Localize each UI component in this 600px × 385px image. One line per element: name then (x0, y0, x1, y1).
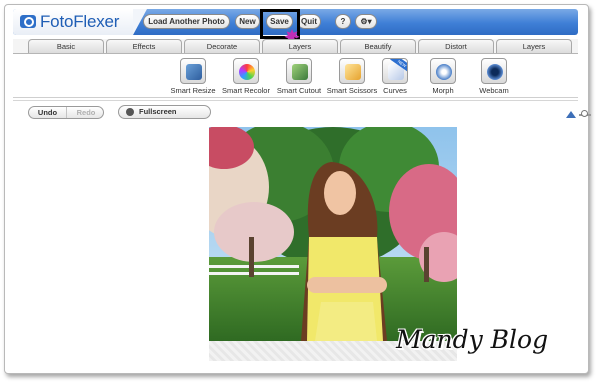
tab-distort[interactable]: Distort (418, 39, 494, 53)
tool-label: Smart Cutout (276, 86, 322, 95)
tab-decorate[interactable]: Decorate (184, 39, 260, 53)
camera-icon (20, 15, 36, 28)
tool-strip: Smart Resize Smart Recolor Smart Cutout … (13, 53, 578, 98)
smart-scissors-icon (339, 58, 365, 84)
undo-redo-group: Undo Redo (28, 106, 104, 119)
redo-button[interactable]: Redo (67, 107, 103, 118)
fullscreen-button[interactable]: Fullscreen (118, 105, 211, 119)
fullscreen-label: Fullscreen (139, 107, 177, 116)
curves-tool[interactable]: NEW Curves (369, 58, 421, 95)
new-button[interactable]: New (235, 14, 260, 29)
smart-recolor-icon (233, 58, 259, 84)
tool-label: Morph (432, 86, 454, 95)
tool-label: Smart Resize (170, 86, 216, 95)
curves-icon: NEW (382, 58, 408, 84)
watermark-text: Mandy Blog (396, 325, 549, 354)
tab-effects[interactable]: Effects (106, 39, 182, 53)
load-another-photo-button[interactable]: Load Another Photo (143, 14, 230, 29)
photo-canvas[interactable] (209, 127, 457, 341)
tab-basic[interactable]: Basic (28, 39, 104, 53)
undo-button[interactable]: Undo (29, 107, 67, 118)
smart-cutout-icon (286, 58, 312, 84)
edited-photo (209, 127, 457, 341)
help-button[interactable]: ? (335, 14, 351, 29)
tab-bar: Basic Effects Decorate Layers Beautify D… (13, 39, 578, 53)
tool-label: Smart Recolor (222, 86, 270, 95)
webcam-tool[interactable]: Webcam (468, 58, 520, 95)
smart-resize-tool[interactable]: Smart Resize (167, 58, 219, 95)
webcam-icon (481, 58, 507, 84)
tab-layers[interactable]: Layers (262, 39, 338, 53)
tab-layers-2[interactable]: Layers (496, 39, 572, 53)
settings-button[interactable]: ⚙▾ (355, 14, 377, 29)
logo: FotoFlexer (13, 9, 133, 35)
smart-recolor-tool[interactable]: Smart Recolor (220, 58, 272, 95)
morph-tool[interactable]: Morph (417, 58, 469, 95)
tool-label: Webcam (479, 86, 509, 95)
tab-beautify[interactable]: Beautify (340, 39, 416, 53)
smart-resize-icon (180, 58, 206, 84)
smart-cutout-tool[interactable]: Smart Cutout (273, 58, 325, 95)
tool-label: Curves (383, 86, 407, 95)
morph-icon (430, 58, 456, 84)
fullscreen-icon (126, 108, 134, 116)
zoom-slider-handle[interactable] (581, 110, 588, 117)
app-title: FotoFlexer (40, 12, 120, 31)
zoom-icon (566, 111, 576, 118)
